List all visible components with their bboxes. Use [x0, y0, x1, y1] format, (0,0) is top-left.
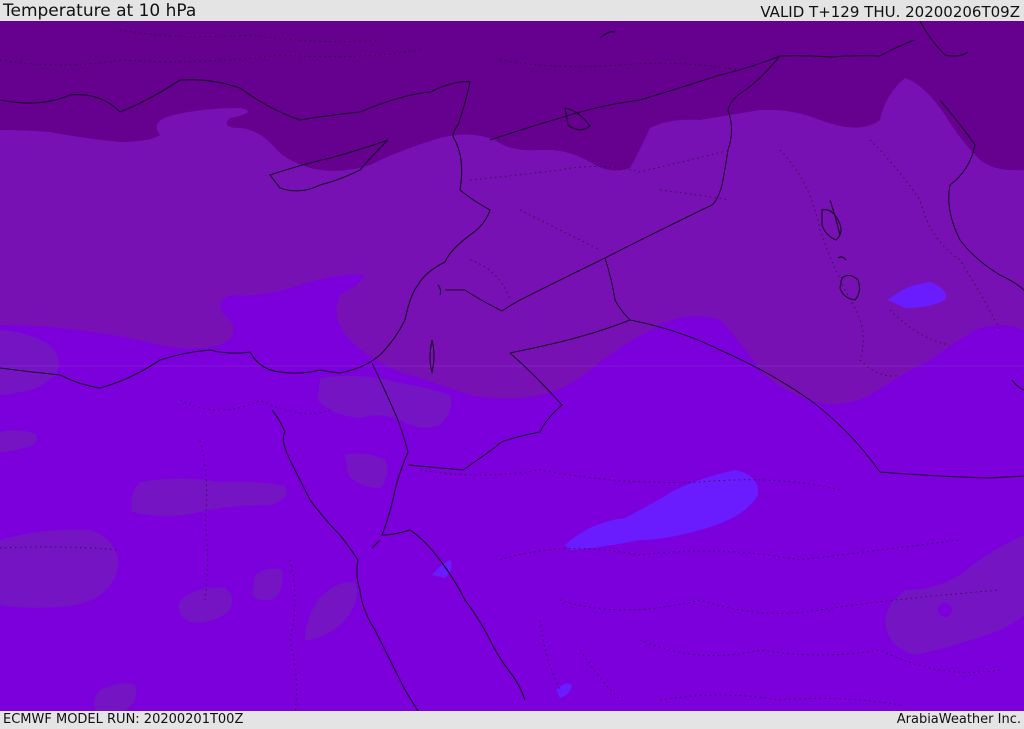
model-run: ECMWF MODEL RUN: 20200201T00Z	[3, 712, 244, 727]
weather-map[interactable]	[0, 21, 1024, 711]
map-title: Temperature at 10 hPa	[3, 1, 197, 21]
map-svg	[0, 21, 1024, 711]
footer-bar: ECMWF MODEL RUN: 20200201T00Z ArabiaWeat…	[0, 711, 1024, 729]
credit-label: ArabiaWeather Inc.	[896, 712, 1021, 727]
valid-time: VALID T+129 THU. 20200206T09Z	[760, 3, 1020, 21]
header-bar: Temperature at 10 hPa VALID T+129 THU. 2…	[0, 0, 1024, 21]
field-hole	[938, 603, 952, 617]
